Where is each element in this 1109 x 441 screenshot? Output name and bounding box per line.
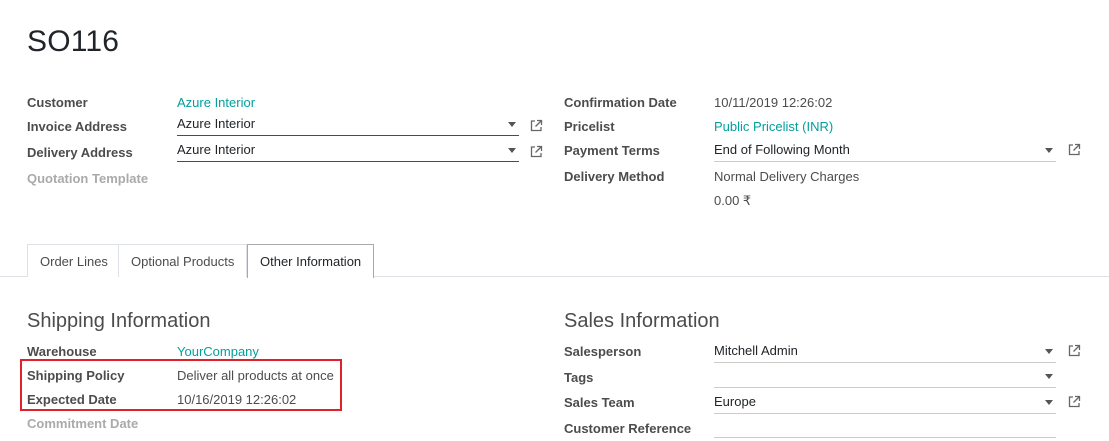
highlight-box [20,359,342,411]
salesperson-value: Mitchell Admin [714,343,798,358]
external-link-icon[interactable] [1067,395,1081,409]
customer-link[interactable]: Azure Interior [177,95,255,110]
confirmation-date-label: Confirmation Date [564,95,677,110]
sales-section-title: Sales Information [564,310,720,332]
pricelist-link[interactable]: Public Pricelist (INR) [714,119,833,134]
caret-down-icon [508,122,516,127]
commitment-date-label: Commitment Date [27,416,139,431]
salesperson-select[interactable]: Mitchell Admin [714,341,1056,363]
caret-down-icon [1045,400,1053,405]
page-title: SO116 [27,25,120,58]
payment-terms-select[interactable]: End of Following Month [714,140,1056,162]
sales-team-select[interactable]: Europe [714,392,1056,414]
customer-reference-label: Customer Reference [564,421,692,436]
invoice-address-label: Invoice Address [27,119,127,134]
payment-terms-value: End of Following Month [714,142,850,157]
invoice-address-select[interactable]: Azure Interior [177,114,519,136]
external-link-icon[interactable] [1067,344,1081,358]
customer-reference-input[interactable] [714,416,1056,438]
tags-label: Tags [564,370,594,385]
sales-team-label: Sales Team [564,395,635,410]
customer-label: Customer [27,95,88,110]
caret-down-icon [1045,349,1053,354]
external-link-icon[interactable] [529,145,543,159]
pricelist-label: Pricelist [564,119,615,134]
shipping-section-title: Shipping Information [27,310,211,332]
caret-down-icon [508,148,516,153]
delivery-address-value: Azure Interior [177,142,256,157]
tags-select[interactable] [714,366,1056,388]
warehouse-link[interactable]: YourCompany [177,344,259,359]
quotation-template-label: Quotation Template [27,171,149,186]
tab-other-information[interactable]: Other Information [247,244,375,278]
caret-down-icon [1045,374,1053,379]
delivery-amount: 0.00 ₹ [714,193,752,208]
caret-down-icon [1045,148,1053,153]
confirmation-date-value: 10/11/2019 12:26:02 [714,95,833,110]
delivery-address-select[interactable]: Azure Interior [177,140,519,162]
warehouse-label: Warehouse [27,344,97,359]
invoice-address-value: Azure Interior [177,116,256,131]
external-link-icon[interactable] [1067,143,1081,157]
delivery-method-value: Normal Delivery Charges [714,169,860,184]
sales-team-value: Europe [714,394,756,409]
external-link-icon[interactable] [529,119,543,133]
delivery-address-label: Delivery Address [27,145,133,160]
tab-optional-products[interactable]: Optional Products [118,244,248,277]
tab-order-lines[interactable]: Order Lines [27,244,121,277]
payment-terms-label: Payment Terms [564,143,660,158]
salesperson-label: Salesperson [564,344,642,359]
delivery-method-label: Delivery Method [564,169,665,184]
